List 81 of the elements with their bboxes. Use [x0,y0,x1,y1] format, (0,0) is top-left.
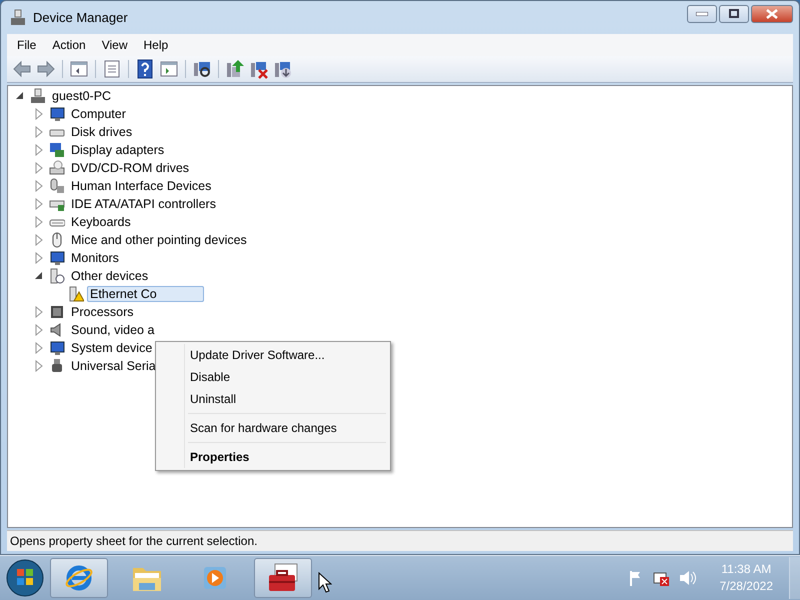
minimize-icon [696,12,708,16]
expand-arrow-icon[interactable] [33,342,45,354]
scan-computer-icon [192,59,212,79]
status-text: Opens property sheet for the current selection. [9,534,258,548]
menu-item[interactable]: Help [136,36,176,54]
tree-item[interactable]: IDE ATA/ATAPI controllers [68,196,219,212]
input-device-icon [49,178,65,194]
computer-tree-icon [30,88,46,104]
back-arrow-button[interactable] [11,58,33,80]
expand-arrow-icon[interactable] [33,234,45,246]
tree-item[interactable]: Display adapters [68,142,168,158]
close-button[interactable] [751,4,793,22]
expand-arrow-icon[interactable] [33,126,45,138]
menu-item[interactable]: File [9,36,44,54]
speaker-icon[interactable] [678,570,696,586]
forward-arrow-icon [36,59,56,79]
start-button[interactable] [6,559,44,597]
expand-arrow-icon[interactable] [33,144,45,156]
expand-arrow-icon[interactable] [33,306,45,318]
expand-arrow-icon[interactable] [33,108,45,120]
tree-item[interactable]: Mice and other pointing devices [68,232,250,248]
context-menu-item[interactable]: Update Driver Software... [158,344,388,366]
tree-item[interactable]: DVD/CD-ROM drives [68,160,192,176]
context-menu-item[interactable]: Properties [158,446,388,468]
maximize-button[interactable] [719,4,749,22]
collapse-arrow-icon[interactable] [14,90,26,102]
tree-item[interactable]: Processors [68,304,137,320]
expand-arrow-icon[interactable] [33,360,45,372]
minimize-button[interactable] [687,4,717,22]
tree-item[interactable]: System device [68,340,156,356]
expand-arrow-icon[interactable] [33,252,45,264]
help-icon [135,59,155,79]
back-arrow-icon [12,59,32,79]
browser-taskbar-button[interactable] [50,558,108,598]
tree-item[interactable]: Keyboards [68,214,134,230]
tree-item[interactable]: Sound, video a [68,322,158,338]
properties-sheet-icon [102,59,122,79]
tree-item[interactable]: Ethernet Co [87,286,204,302]
optical-drive-icon [49,160,65,176]
display-card-icon [49,142,65,158]
menu-item[interactable]: Action [44,36,94,54]
uninstall-arrow-icon [273,59,293,79]
context-menu-item[interactable]: Scan for hardware changes [158,417,388,439]
window-pane-icon [69,59,89,79]
expand-arrow-icon[interactable] [33,216,45,228]
update-arrow-button[interactable] [224,58,246,80]
monitor-icon [49,250,65,266]
context-menu-item[interactable]: Disable [158,366,388,388]
monitor-icon [49,340,65,356]
tree-item[interactable]: Monitors [68,250,122,266]
pane-icon [159,59,179,79]
chip-icon [49,304,65,320]
disable-x-icon [249,59,269,79]
tree-item[interactable]: guest0-PC [49,88,114,104]
unknown-device-icon [49,268,65,284]
globe-e-icon [64,563,94,593]
context-menu-item[interactable]: Uninstall [158,388,388,410]
expand-arrow-icon[interactable] [33,180,45,192]
monitor-icon [49,106,65,122]
device-manager-taskbar-button[interactable] [254,558,312,598]
tree-item[interactable]: Disk drives [68,124,136,140]
close-icon [766,8,778,18]
tree-item[interactable]: Computer [68,106,129,122]
window-title: Device Manager [33,10,129,25]
mouse-pointer-icon [318,572,332,593]
expand-arrow-icon[interactable] [33,324,45,336]
menu-item[interactable]: View [94,36,136,54]
expand-arrow-icon[interactable] [33,198,45,210]
restore-icon [729,9,739,18]
tree-item[interactable]: Other devices [68,268,152,284]
warning-device-icon [68,286,84,302]
expand-arrow-icon[interactable] [33,162,45,174]
update-arrow-icon [225,59,245,79]
collapse-arrow-icon[interactable] [33,270,45,282]
tree-item[interactable]: Human Interface Devices [68,178,214,194]
computer-tree-icon [9,8,27,26]
play-icon [201,564,229,592]
toolbox-icon [267,563,299,593]
usb-plug-icon [49,358,65,374]
forward-arrow-button[interactable] [35,58,57,80]
tree-item[interactable]: Universal Seria [68,358,159,374]
